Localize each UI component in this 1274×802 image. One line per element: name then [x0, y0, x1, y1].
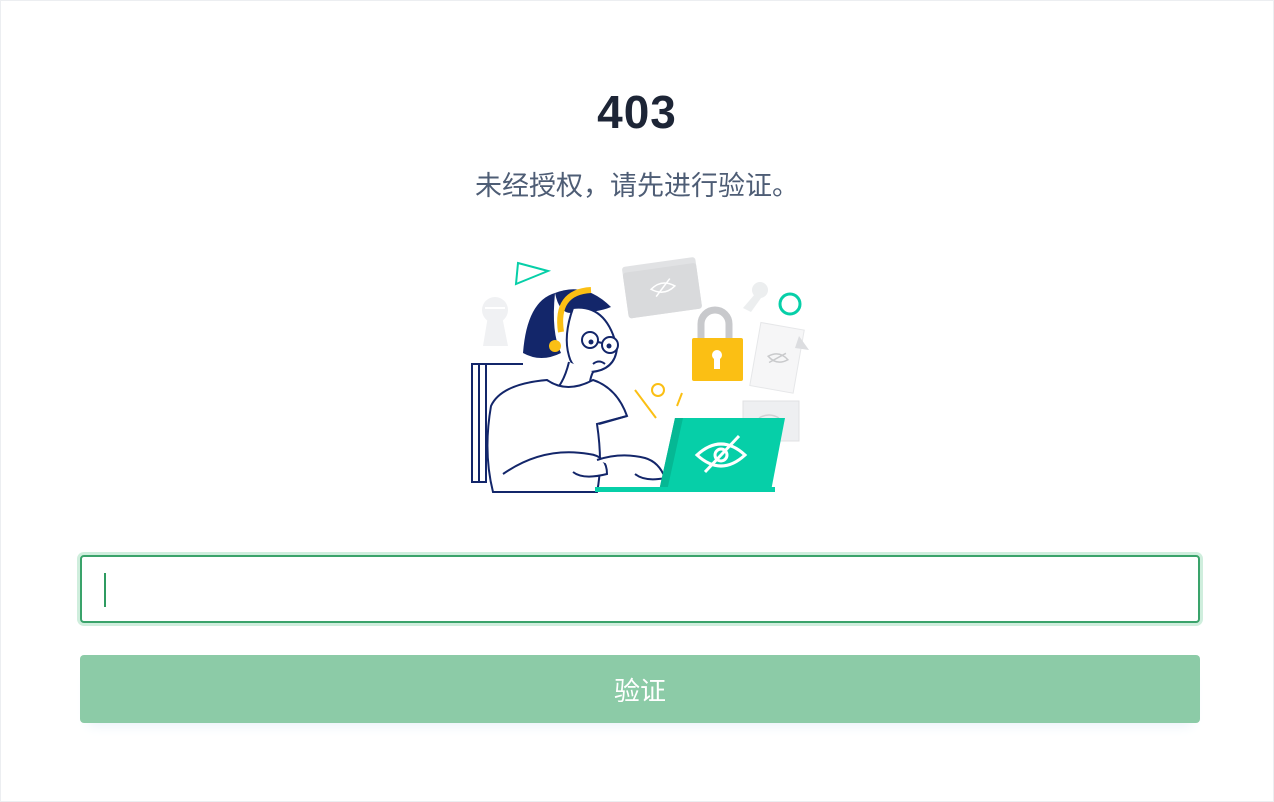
text-caret [104, 573, 106, 607]
verification-input-field[interactable] [80, 555, 1200, 623]
error-message: 未经授权，请先进行验证。 [475, 171, 799, 202]
document-icon [749, 321, 805, 394]
lock-icon [692, 306, 743, 381]
verification-input[interactable] [82, 557, 1198, 621]
keyhole-icon-small [743, 282, 768, 312]
circle-icon [778, 292, 802, 316]
folder-icon [622, 257, 702, 319]
keyhole-icon [482, 297, 508, 346]
unauthorized-illustration [471, 257, 809, 493]
error-code: 403 [597, 86, 677, 138]
auth-card: 403 未经授权，请先进行验证。 验证 [0, 0, 1274, 802]
triangle-icon [514, 261, 552, 286]
verify-button[interactable]: 验证 [80, 655, 1200, 723]
